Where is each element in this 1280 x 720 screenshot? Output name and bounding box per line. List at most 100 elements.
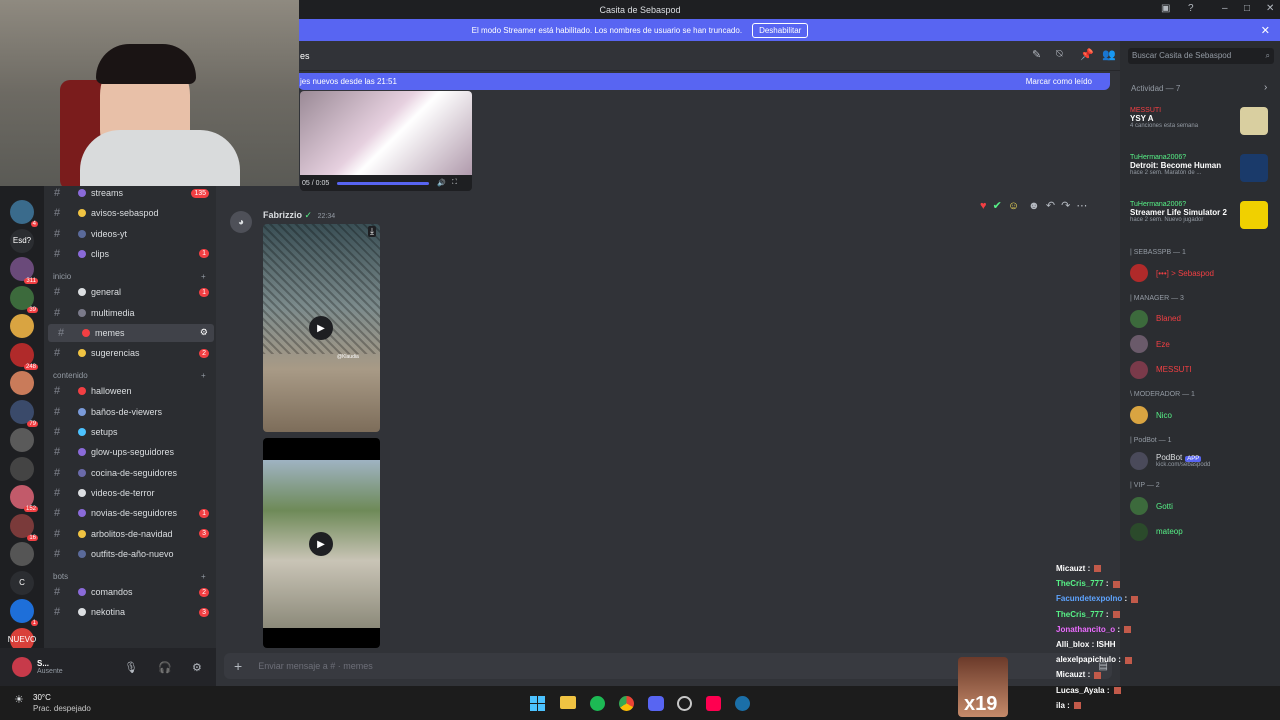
discord-icon[interactable]: [648, 696, 664, 711]
channel-multimedia[interactable]: # multimedia: [44, 304, 216, 322]
server-icon[interactable]: 16: [10, 513, 38, 541]
server-icon[interactable]: 248: [10, 342, 38, 370]
new-messages-bar[interactable]: jes nuevos desde las 21:51 Marcar como l…: [298, 73, 1110, 90]
activity-card[interactable]: TuHermana2006? Streamer Life Simulator 2h…: [1130, 201, 1270, 229]
server-icon[interactable]: [10, 314, 34, 338]
video-attachment[interactable]: ▶: [263, 438, 380, 648]
message-author[interactable]: Fabrizzio: [263, 210, 302, 220]
inbox-icon[interactable]: ▣: [1161, 3, 1170, 14]
member-item[interactable]: Gotti: [1130, 496, 1270, 516]
pin-icon[interactable]: 📌: [1080, 48, 1094, 61]
server-icon[interactable]: Esd?: [10, 228, 34, 253]
channel-streams[interactable]: # streams 135: [44, 186, 216, 202]
category-contenido[interactable]: contenido +: [53, 371, 206, 380]
channel-nekotina[interactable]: # nekotina 3: [44, 603, 216, 621]
add-channel-icon[interactable]: +: [201, 272, 206, 281]
disable-streamer-button[interactable]: Deshabilitar: [752, 22, 809, 38]
server-icon[interactable]: [10, 371, 34, 395]
headphones-icon[interactable]: 🎧: [158, 661, 172, 674]
channel-setups[interactable]: # setups: [44, 423, 216, 441]
steam-icon[interactable]: [735, 696, 750, 711]
channel-general[interactable]: # general 1: [44, 283, 216, 301]
channel-comandos[interactable]: # comandos 2: [44, 583, 216, 601]
spotify-icon[interactable]: [590, 696, 605, 711]
category-inicio[interactable]: inicio +: [53, 272, 206, 281]
help-icon[interactable]: ?: [1188, 3, 1194, 14]
server-icon[interactable]: C: [10, 570, 34, 595]
add-channel-icon[interactable]: +: [201, 572, 206, 581]
channel-halloween[interactable]: # halloween: [44, 382, 216, 400]
add-reaction-icon[interactable]: ☻: [1028, 200, 1040, 212]
emoji-icon[interactable]: ☺: [1008, 200, 1019, 212]
channel-memes[interactable]: # memes ⚙: [48, 323, 214, 342]
maximize-button[interactable]: □: [1244, 3, 1250, 14]
channel-videos-de-terror[interactable]: # videos-de-terror: [44, 484, 216, 502]
obs-icon[interactable]: [677, 696, 692, 711]
server-icon[interactable]: [10, 456, 34, 481]
category-bots[interactable]: bots +: [53, 572, 206, 581]
channel-avisos-sebaspod[interactable]: # avisos-sebaspod: [44, 204, 216, 222]
window-title: Casita de Sebaspod: [599, 4, 681, 15]
server-icon[interactable]: 39: [10, 285, 38, 313]
member-item[interactable]: Blaned: [1130, 309, 1270, 329]
avatar[interactable]: [12, 657, 32, 677]
weather-temp[interactable]: 30°C: [33, 693, 51, 702]
member-item[interactable]: Nico: [1130, 405, 1270, 425]
server-icon[interactable]: 4: [10, 200, 38, 227]
members-icon[interactable]: 👥: [1102, 48, 1116, 61]
channel-arbolitos-de-navidad[interactable]: # arbolitos-de-navidad 3: [44, 525, 216, 543]
forward-icon[interactable]: ↷: [1061, 200, 1070, 212]
mute-icon[interactable]: ⍉: [1056, 48, 1063, 61]
chrome-icon[interactable]: [619, 696, 634, 711]
microphone-icon[interactable]: 🎙: [124, 661, 138, 674]
gear-icon[interactable]: ⚙: [200, 327, 208, 338]
tiktok-icon[interactable]: [706, 696, 721, 711]
channel-outfits-de-año-nuevo[interactable]: # outfits-de-año-nuevo: [44, 545, 216, 563]
server-icon[interactable]: [10, 542, 34, 566]
start-icon[interactable]: [530, 696, 545, 711]
member-item[interactable]: PodBot APP kick.com/sebaspodd: [1130, 451, 1270, 471]
gear-icon[interactable]: ⚙: [192, 661, 202, 674]
member-item[interactable]: MESSUTI: [1130, 360, 1270, 380]
close-window-button[interactable]: ✕: [1266, 3, 1274, 14]
channel-baños-de-viewers[interactable]: # baños-de-viewers: [44, 403, 216, 421]
search-input[interactable]: Buscar Casita de Sebaspod ⌕: [1128, 48, 1274, 64]
author-avatar[interactable]: ◕: [230, 211, 252, 233]
more-icon[interactable]: ⋯: [1076, 200, 1087, 212]
heart-icon[interactable]: ♥: [980, 200, 987, 212]
server-icon[interactable]: 79: [10, 399, 38, 427]
threads-icon[interactable]: ✎: [1032, 48, 1041, 61]
minimize-button[interactable]: –: [1222, 3, 1228, 14]
server-icon[interactable]: [10, 428, 34, 452]
member-item[interactable]: Eze: [1130, 334, 1270, 354]
activity-card[interactable]: TuHermana2006? Detroit: Become Human hace …: [1130, 154, 1270, 182]
channel-novias-de-seguidores[interactable]: # novias-de-seguidores 1: [44, 504, 216, 522]
channel-clips[interactable]: # clips 1: [44, 245, 216, 263]
check-icon[interactable]: ✔: [993, 200, 1002, 212]
play-icon[interactable]: ▶: [309, 316, 333, 340]
chevron-right-icon[interactable]: ›: [1264, 82, 1267, 93]
video-progress[interactable]: [337, 181, 430, 185]
channel-glow-ups-seguidores[interactable]: # glow-ups-seguidores: [44, 443, 216, 461]
mark-read-button[interactable]: Marcar como leído: [1026, 77, 1092, 86]
member-item[interactable]: mateop: [1130, 522, 1270, 542]
activity-card[interactable]: MESSUTI YSY A4 canciones esta semana: [1130, 107, 1270, 135]
add-channel-icon[interactable]: +: [201, 371, 206, 380]
server-icon[interactable]: 152: [10, 485, 38, 512]
volume-icon[interactable]: 🔊: [437, 179, 446, 187]
channel-videos-yt[interactable]: # videos-yt: [44, 225, 216, 243]
channel-cocina-de-seguidores[interactable]: # cocina-de-seguidores: [44, 464, 216, 482]
reply-icon[interactable]: ↶: [1046, 200, 1055, 212]
server-icon[interactable]: 311: [10, 257, 38, 284]
member-item[interactable]: [•••] > Sebaspod: [1130, 263, 1270, 283]
server-icon[interactable]: 1: [10, 599, 38, 626]
channel-sugerencias[interactable]: # sugerencias 2: [44, 344, 216, 362]
file-explorer-icon[interactable]: [560, 696, 576, 709]
download-icon[interactable]: ⤓: [368, 226, 376, 237]
play-icon[interactable]: ▶: [309, 532, 333, 556]
close-icon[interactable]: ✕: [1261, 24, 1270, 37]
video-attachment[interactable]: ⤓ ▶ @Klaudia: [263, 224, 380, 432]
add-attachment-icon[interactable]: +: [234, 658, 242, 674]
video-attachment[interactable]: 05 / 0:05 🔊 ⛶: [300, 91, 472, 191]
fullscreen-icon[interactable]: ⛶: [452, 179, 457, 187]
